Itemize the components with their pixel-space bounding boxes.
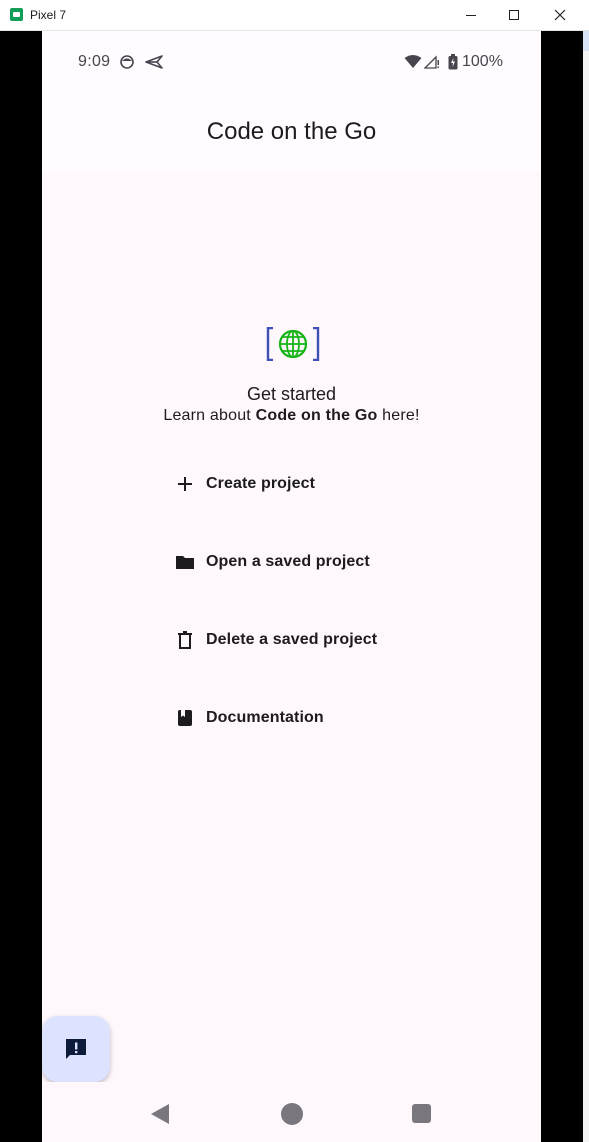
feedback-fab-button[interactable] — [42, 1016, 110, 1082]
battery-charging-icon — [448, 54, 458, 70]
face-notification-icon — [120, 55, 134, 69]
battery-percentage: 100% — [462, 53, 503, 70]
book-icon — [175, 708, 195, 728]
close-button[interactable] — [545, 4, 575, 26]
status-time: 9:09 — [78, 53, 111, 70]
learn-app-name: Code on the Go — [255, 407, 378, 424]
background-window-edge — [583, 31, 589, 1142]
get-started-heading: Get started — [246, 384, 337, 404]
status-bar: 9:09 100% — [42, 31, 541, 91]
back-nav-icon[interactable] — [149, 1103, 171, 1125]
action-label: Open a saved project — [206, 553, 370, 570]
top-app-bar: Code on the Go — [42, 91, 541, 172]
folder-icon — [175, 552, 195, 572]
home-nav-icon[interactable] — [281, 1103, 303, 1125]
window-title: Pixel 7 — [30, 8, 67, 22]
emulator-app-icon — [10, 8, 23, 21]
learn-prefix: Learn about — [163, 407, 256, 424]
window-titlebar: Pixel 7 — [0, 0, 589, 31]
code-globe-logo-icon — [266, 327, 320, 361]
minimize-button[interactable] — [456, 4, 486, 26]
cell-signal-icon — [424, 55, 439, 69]
minimize-icon — [466, 14, 476, 16]
close-icon — [554, 9, 566, 21]
plus-icon — [175, 474, 195, 494]
learn-suffix: here! — [377, 407, 420, 424]
open-saved-project-button[interactable]: Open a saved project — [170, 540, 430, 584]
create-project-button[interactable]: Create project — [170, 462, 430, 506]
wifi-icon — [404, 55, 422, 68]
documentation-button[interactable]: Documentation — [170, 696, 430, 740]
trash-icon — [175, 630, 195, 650]
maximize-icon — [509, 10, 519, 20]
delete-saved-project-button[interactable]: Delete a saved project — [170, 618, 430, 662]
learn-about-link[interactable]: Learn about Code on the Go here! — [42, 407, 541, 425]
action-label: Create project — [206, 475, 315, 492]
action-label: Documentation — [206, 709, 324, 726]
maximize-button[interactable] — [499, 4, 529, 26]
app-title: Code on the Go — [206, 118, 377, 145]
system-navigation-bar — [42, 1082, 541, 1142]
action-label: Delete a saved project — [206, 631, 378, 648]
phone-screen: 9:09 100% Code on the Go Get started Lea… — [42, 31, 541, 1142]
send-notification-icon — [145, 55, 163, 69]
feedback-icon — [66, 1039, 86, 1059]
recents-nav-icon[interactable] — [412, 1104, 431, 1123]
